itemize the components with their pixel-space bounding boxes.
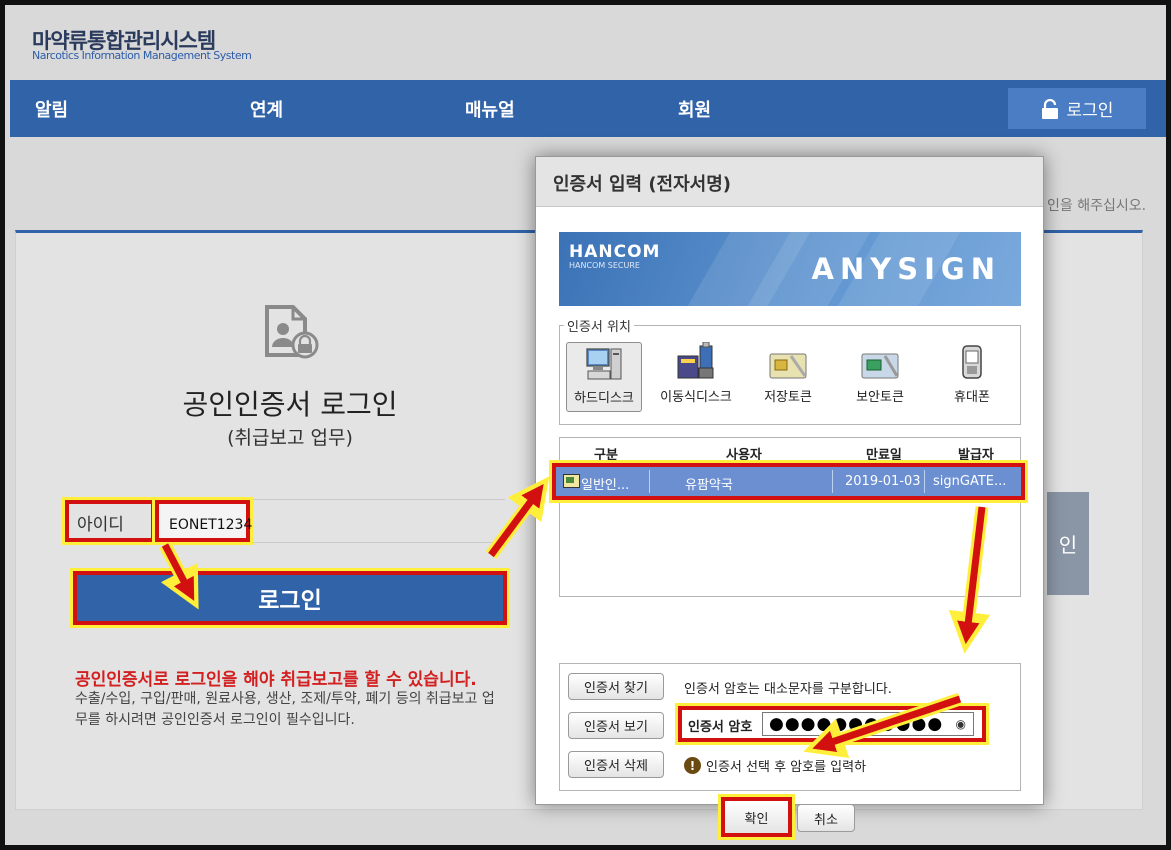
certificate-card-icon: [563, 474, 580, 488]
hancom-secure-text: HANCOM SECURE: [569, 261, 640, 270]
login-notice-text: 인을 해주십시오.: [1047, 198, 1147, 214]
site-logo-english: Narcotics Information Management System: [32, 49, 252, 62]
location-security-token-label: 보안토큰: [856, 390, 904, 405]
background-button: 인: [1047, 492, 1089, 595]
warning-description: 수출/수입, 구입/판매, 원료사용, 생산, 조제/투약, 폐기 등의 취급보…: [75, 691, 495, 728]
location-removable-disk[interactable]: 이동식디스크: [658, 342, 734, 412]
certificate-list-header: 구분 사용자 만료일 발급자: [560, 438, 1020, 464]
warning-title: 공인인증서로 로그인을 해야 취급보고를 할 수 있습니다.: [75, 670, 477, 690]
location-harddisk-label: 하드디스크: [574, 391, 634, 406]
screenshot-frame: 마약류통합관리시스템 Narcotics Information Managem…: [0, 0, 1171, 850]
location-mobile-phone[interactable]: 휴대폰: [934, 342, 1010, 412]
find-certificate-button[interactable]: 인증서 찾기: [568, 673, 664, 700]
storage-token-card-icon: [769, 353, 807, 379]
nav-item-link[interactable]: 연계: [250, 96, 283, 122]
select-cert-hint-text: 인증서 선택 후 암호를 입력하: [706, 760, 867, 775]
show-password-eye-icon[interactable]: ◉: [956, 717, 967, 731]
nav-item-member[interactable]: 회원: [678, 96, 711, 122]
site-header: 마약류통합관리시스템 Narcotics Information Managem…: [5, 5, 1166, 80]
security-token-card-icon: [861, 353, 899, 379]
dialog-body: HANCOM HANCOM SECURE ANYSIGN 인증서 위치 하드디스…: [536, 207, 1043, 837]
certificate-dialog: 인증서 입력 (전자서명) HANCOM HANCOM SECURE ANYSI…: [535, 156, 1044, 837]
certificate-row-selected[interactable]: 일반인... 유팜약국 2019-01-03 signGATE...: [552, 463, 1025, 500]
id-label: 아이디: [65, 500, 155, 542]
cert-user: 유팜약국: [685, 478, 733, 493]
cancel-button[interactable]: 취소: [797, 804, 855, 832]
password-case-hint: 인증서 암호는 대소문자를 구분합니다.: [684, 682, 892, 697]
anysign-logo: ANYSIGN: [811, 252, 1001, 286]
dialog-title: 인증서 입력 (전자서명): [536, 157, 1043, 207]
cert-login-subtitle: (취급보고 업무): [227, 427, 353, 449]
column-type[interactable]: 구분: [594, 444, 618, 463]
certificate-list: 구분 사용자 만료일 발급자 일반인... 유팜약국 2019-01-03 si…: [552, 437, 1025, 597]
harddisk-computer-icon: [586, 348, 622, 380]
delete-certificate-button[interactable]: 인증서 삭제: [568, 751, 664, 778]
location-security-token[interactable]: 보안토큰: [842, 342, 918, 412]
cert-expiry: 2019-01-03: [845, 474, 921, 489]
location-mobile-label: 휴대폰: [954, 390, 990, 405]
cert-location-group: 인증서 위치 하드디스크 이동식디스크 저장토큰 보안토큰 휴대폰: [559, 316, 1021, 425]
location-harddisk[interactable]: 하드디스크: [566, 342, 642, 412]
certificate-document-icon: [265, 305, 319, 359]
cert-issuer: signGATE...: [933, 474, 1007, 489]
location-removable-label: 이동식디스크: [660, 390, 732, 405]
column-user[interactable]: 사용자: [726, 444, 762, 463]
cert-location-legend: 인증서 위치: [564, 316, 634, 335]
password-label: 인증서 암호: [688, 720, 753, 735]
confirm-button[interactable]: 확인: [721, 797, 792, 837]
anysign-banner: HANCOM HANCOM SECURE ANYSIGN: [559, 232, 1021, 306]
cert-type: 일반인...: [581, 478, 630, 493]
hancom-logo: HANCOM: [569, 242, 661, 262]
nav-item-manual[interactable]: 매뉴얼: [465, 96, 515, 122]
exclamation-icon: !: [684, 757, 701, 774]
mobile-phone-icon: [962, 345, 982, 379]
header-login-button[interactable]: 로그인: [1008, 88, 1146, 129]
nav-item-notice[interactable]: 알림: [35, 96, 68, 122]
password-input[interactable]: ●●●●●●●●●●● ◉: [762, 712, 974, 736]
location-storage-token[interactable]: 저장토큰: [750, 342, 826, 412]
column-issuer[interactable]: 발급자: [958, 444, 994, 463]
view-certificate-button[interactable]: 인증서 보기: [568, 712, 664, 739]
cert-login-button[interactable]: 로그인: [73, 571, 507, 625]
main-nav: 알림 연계 매뉴얼 회원 로그인: [10, 80, 1166, 137]
header-login-label: 로그인: [1066, 101, 1114, 121]
lock-icon: [1041, 98, 1058, 119]
select-cert-hint: ! 인증서 선택 후 암호를 입력하: [684, 756, 866, 775]
column-expiry[interactable]: 만료일: [866, 444, 902, 463]
cert-login-title: 공인인증서 로그인: [182, 388, 398, 421]
certificate-actions-box: 인증서 찾기 인증서 보기 인증서 삭제 인증서 암호는 대소문자를 구분합니다…: [559, 663, 1021, 791]
usb-drive-icon: [677, 342, 714, 379]
location-storage-token-label: 저장토큰: [764, 390, 812, 405]
password-mask: ●●●●●●●●●●●: [769, 714, 944, 734]
password-row: 인증서 암호 ●●●●●●●●●●● ◉: [678, 706, 986, 742]
id-input[interactable]: EONET1234: [155, 500, 252, 542]
id-field-row: 아이디 EONET1234: [65, 499, 505, 543]
